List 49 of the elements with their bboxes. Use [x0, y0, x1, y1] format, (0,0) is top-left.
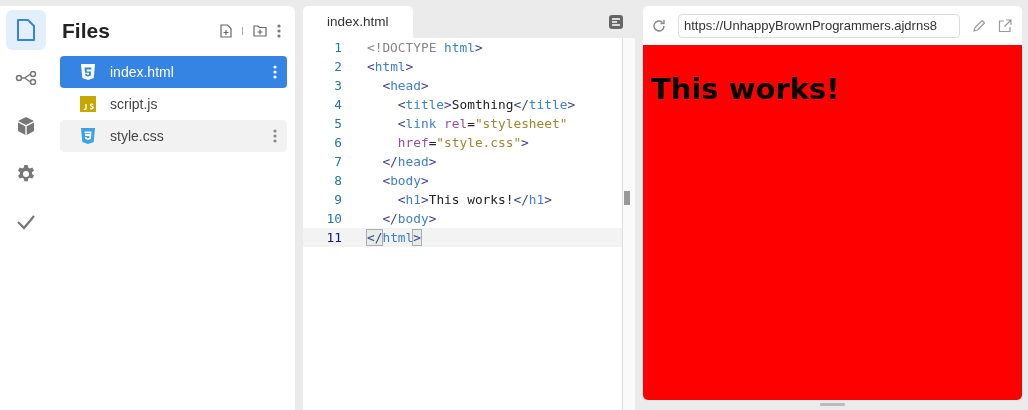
file-item[interactable]: style.css [60, 120, 287, 152]
url-field[interactable]: https://UnhappyBrownProgrammers.ajdrns8 [678, 13, 960, 38]
new-folder-icon[interactable] [253, 25, 267, 37]
activity-tab[interactable] [6, 10, 46, 50]
scrollbar-thumb[interactable] [624, 191, 630, 205]
code-line: </html> [367, 229, 421, 247]
code-line: <head> [381, 77, 429, 95]
line-number: 4 [333, 96, 343, 114]
format-icon[interactable] [609, 15, 623, 29]
code-line: href="style.css"> [396, 134, 529, 152]
code-line: <!DOCTYPE html> [367, 39, 483, 57]
line-number: 8 [333, 172, 343, 190]
panel-title: Files [62, 19, 111, 43]
js-file-icon [80, 96, 96, 112]
code-line: <body> [381, 172, 429, 190]
editor-tab[interactable]: index.html [303, 6, 413, 38]
line-number: 5 [333, 115, 343, 133]
check-icon [16, 214, 36, 230]
settings-icon [16, 164, 36, 184]
line-number: 7 [333, 153, 343, 171]
code-line: </head> [381, 153, 437, 171]
file-item[interactable]: index.html [60, 56, 287, 88]
line-number: 6 [333, 134, 343, 152]
code-line: <h1>This works!</h1> [396, 191, 552, 209]
code-line: <title>Somthing</title> [396, 96, 576, 114]
code-line: </body> [381, 210, 437, 228]
share-icon [15, 71, 37, 85]
pencil-icon[interactable] [972, 18, 986, 33]
file-icon [16, 19, 36, 41]
code-line: <link rel="stylesheet" [396, 115, 568, 133]
line-number: 1 [333, 39, 343, 57]
code-line: <html> [367, 58, 414, 76]
more-icon[interactable] [273, 65, 277, 79]
more-icon[interactable] [273, 129, 277, 143]
html-file-icon [81, 64, 95, 80]
line-number: 2 [333, 58, 343, 76]
resize-handle[interactable] [820, 403, 845, 406]
file-item[interactable]: script.js [60, 88, 287, 120]
reload-icon[interactable] [652, 18, 666, 33]
line-number: 3 [333, 77, 343, 95]
page-heading: This works! [651, 72, 840, 106]
new-file-icon[interactable] [220, 24, 232, 38]
cube-icon [17, 116, 35, 136]
css-file-icon [81, 128, 95, 144]
line-number: 9 [333, 191, 343, 209]
line-number: 11 [325, 229, 343, 247]
open-external-icon[interactable] [998, 18, 1012, 33]
more-icon[interactable] [277, 24, 281, 38]
line-number: 10 [325, 210, 343, 228]
